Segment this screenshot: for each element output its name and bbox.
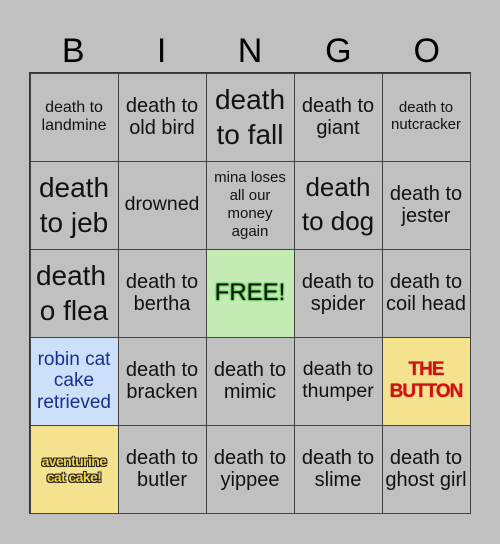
header-letter-n: N — [237, 31, 263, 70]
header-letter-o: O — [413, 31, 440, 70]
header-letter-b: B — [61, 31, 85, 70]
bingo-cell[interactable]: death to jester — [381, 160, 471, 250]
bingo-cell[interactable]: robin cat cake retrieved — [29, 336, 119, 426]
bingo-cell[interactable]: death to fall — [205, 72, 295, 162]
bingo-cell[interactable]: death to bracken — [117, 336, 207, 426]
bingo-cell[interactable]: death to jeb — [29, 160, 119, 250]
bingo-cell[interactable]: mina loses all our money again — [205, 160, 295, 250]
free-space-cell[interactable]: FREE! — [205, 248, 295, 338]
bingo-cell[interactable]: aventurine cat cake! — [29, 424, 119, 514]
bingo-cell[interactable]: drowned — [117, 160, 207, 250]
bingo-header: B I N G O — [29, 30, 471, 72]
bingo-cell[interactable]: death to coil head — [381, 248, 471, 338]
bingo-cell[interactable]: death to butler — [117, 424, 207, 514]
header-letter-i: I — [156, 31, 167, 70]
bingo-cell[interactable]: death to slime — [293, 424, 383, 514]
bingo-cell[interactable]: death to giant — [293, 72, 383, 162]
bingo-cell[interactable]: death to yippee — [205, 424, 295, 514]
bingo-card: death to landmine death to old bird deat… — [29, 72, 471, 514]
bingo-cell[interactable]: death to old bird — [117, 72, 207, 162]
bingo-cell[interactable]: THE BUTTON — [381, 336, 471, 426]
bingo-cell[interactable]: death to bertha — [117, 248, 207, 338]
bingo-cell[interactable]: death to thumper — [293, 336, 383, 426]
bingo-cell[interactable]: death to mimic — [205, 336, 295, 426]
bingo-cell[interactable]: death to ghost girl — [381, 424, 471, 514]
bingo-cell[interactable]: death to spider — [293, 248, 383, 338]
bingo-cell[interactable]: death to landmine — [29, 72, 119, 162]
bingo-cell[interactable]: death to dog — [293, 160, 383, 250]
bingo-cell[interactable]: death o flea — [29, 248, 119, 338]
bingo-cell[interactable]: death to nutcracker — [381, 72, 471, 162]
header-letter-g: G — [325, 31, 352, 70]
